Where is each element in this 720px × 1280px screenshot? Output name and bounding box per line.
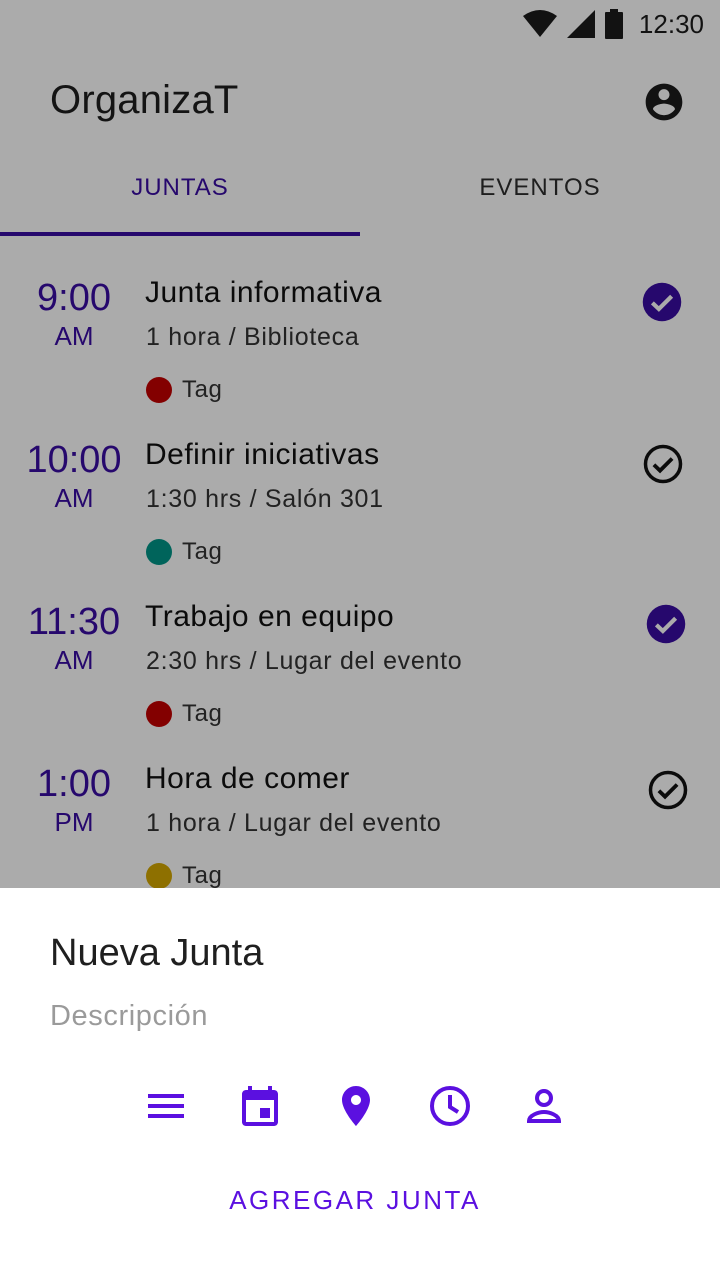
calendar-icon[interactable]	[236, 1082, 284, 1130]
clock-icon[interactable]	[426, 1082, 474, 1130]
notes-icon[interactable]	[142, 1082, 190, 1130]
sheet-title: Nueva Junta	[50, 932, 264, 974]
new-meeting-sheet: Nueva Junta AGREGAR JUNTA	[0, 888, 720, 1280]
add-meeting-button[interactable]: AGREGAR JUNTA	[190, 1178, 520, 1222]
screen: 12:30 OrganizaT JUNTAS EVENTOS 9:00 AM J…	[0, 0, 720, 1280]
sheet-toolbar	[0, 1082, 720, 1132]
person-icon[interactable]	[520, 1082, 568, 1130]
modal-scrim[interactable]	[0, 0, 720, 888]
location-pin-icon[interactable]	[332, 1082, 380, 1130]
description-input[interactable]	[50, 1000, 650, 1033]
